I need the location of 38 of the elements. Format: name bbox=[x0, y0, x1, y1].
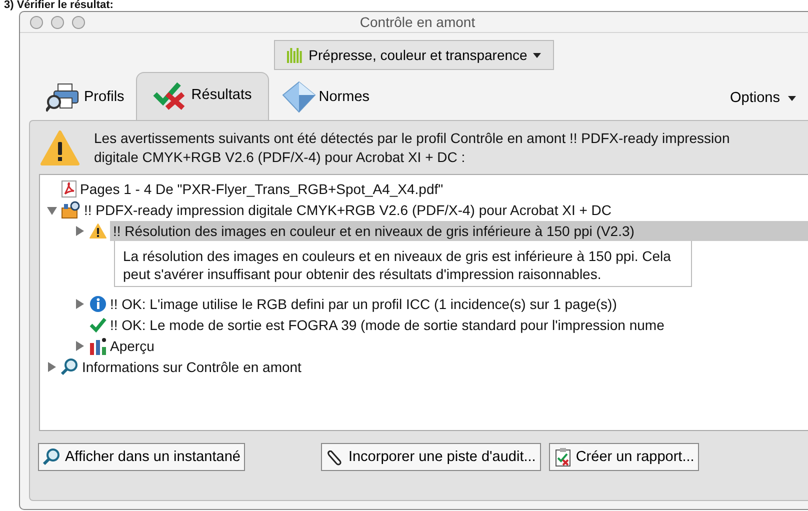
warning-message: Les avertissements suivants ont été détectés par le profil Contrôle en amont !! PDFX-ready impression digitale CMYK+RGB V2.6 (PDF/X-4) pour Acrobat XI + DC : bbox=[94, 129, 731, 167]
magnifier-icon bbox=[61, 358, 79, 376]
magnifier-icon bbox=[43, 448, 61, 466]
pdf-icon bbox=[61, 180, 77, 198]
tree-item[interactable]: Informations sur Contrôle en amont bbox=[82, 358, 302, 374]
expand-arrow-icon[interactable] bbox=[74, 340, 86, 352]
expand-arrow-icon[interactable] bbox=[74, 224, 86, 236]
step-heading: 3) Vérifier le résultat: bbox=[3, 0, 114, 11]
tab[interactable]: Normes bbox=[268, 80, 382, 120]
tab[interactable]: Résultats bbox=[136, 72, 269, 120]
toolbox-icon bbox=[61, 200, 81, 218]
close-button[interactable] bbox=[30, 16, 43, 28]
minimize-button[interactable] bbox=[51, 16, 64, 28]
tree-item[interactable]: !! OK: Le mode de sortie est FOGRA 39 (mode de sortie standard pour l'impression nume bbox=[110, 316, 664, 332]
tab[interactable]: Profils bbox=[34, 80, 136, 120]
zoom-button[interactable] bbox=[72, 16, 85, 28]
action-button[interactable]: Créer un rapport... bbox=[548, 443, 700, 471]
action-button[interactable]: Incorporer une piste d'audit... bbox=[321, 443, 541, 471]
tree-item[interactable]: !! Résolution des images en couleur et en niveaux de gris inférieure à 150 ppi (V2.3) bbox=[110, 220, 808, 240]
description-text: La résolution des images en couleurs et en niveaux de gris est inférieure à 150 ppi. Cela peut s'avérer insuffisant pour obtenir des résultats d'impression raisonnables. bbox=[114, 241, 692, 287]
info-icon bbox=[89, 294, 107, 312]
tree-item[interactable]: !! PDFX-ready impression digitale CMYK+RGB V2.6 (PDF/X-4) pour Acrobat XI + DC bbox=[84, 202, 612, 218]
expand-arrow-icon[interactable] bbox=[74, 298, 86, 310]
expand-arrow-icon[interactable] bbox=[46, 360, 58, 372]
warning-icon bbox=[89, 222, 107, 238]
bar-chart-icon bbox=[89, 336, 107, 354]
warning-icon bbox=[40, 130, 80, 166]
options-menu[interactable]: Options bbox=[718, 90, 808, 120]
tree-item[interactable]: Aperçu bbox=[110, 338, 154, 354]
tree-item[interactable]: Pages 1 - 4 De "PXR-Flyer_Trans_RGB+Spot_A4_X4.pdf" bbox=[80, 180, 444, 196]
category-dropdown[interactable]: Prépresse, couleur et transparence bbox=[274, 40, 554, 70]
action-button[interactable]: Afficher dans un instantané bbox=[38, 443, 246, 471]
diamond-icon bbox=[280, 81, 317, 113]
check-icon bbox=[89, 316, 107, 332]
report-icon bbox=[554, 447, 572, 467]
bars-icon bbox=[286, 47, 303, 63]
tree-item[interactable]: !! OK: L'image utilise le RGB defini par un profil ICC (1 incidence(s) sur 1 page(s)) bbox=[110, 296, 617, 312]
window-title: Contrôle en amont bbox=[358, 14, 476, 30]
